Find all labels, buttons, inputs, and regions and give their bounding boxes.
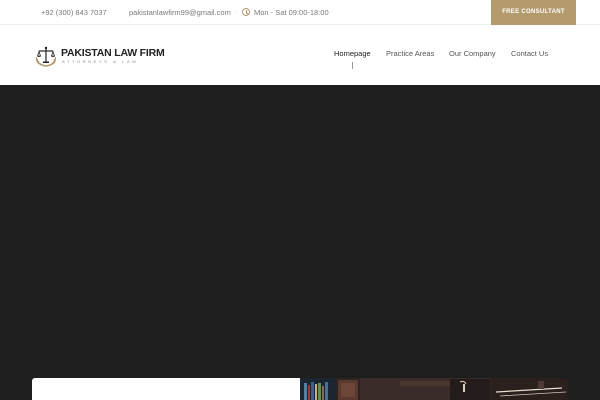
active-nav-indicator [352,62,353,69]
nav-our-company[interactable]: Our Company [449,49,496,58]
top-bar: +92 (300) 843 7037 · pakistanlawfirm99@g… [0,0,600,25]
phone-number[interactable]: +92 (300) 843 7037 [41,0,107,25]
free-consultant-button[interactable]: FREE CONSULTANT [491,0,576,25]
separator: · [235,9,238,16]
office-hours: Mon - Sat 09:00-18:00 [254,8,329,17]
scales-of-justice-icon [35,46,57,67]
nav-practice-areas[interactable]: Practice Areas [386,49,434,58]
nav-contact-us[interactable]: Contact Us [511,49,548,58]
site-logo[interactable]: PAKISTAN LAW FIRM ATTORNEYS & LAW [34,45,165,67]
nav-homepage[interactable]: Homepage [334,49,371,58]
office-photo-image [300,378,568,400]
email-address[interactable]: pakistanlawfirm99@gmail.com [129,0,231,25]
logo-tagline: ATTORNEYS & LAW [62,59,139,64]
hero-section [0,85,600,400]
clock-icon [242,8,250,16]
office-photo [300,378,568,400]
separator: · [107,9,110,16]
logo-title: PAKISTAN LAW FIRM [61,47,165,59]
intro-card [32,378,300,400]
